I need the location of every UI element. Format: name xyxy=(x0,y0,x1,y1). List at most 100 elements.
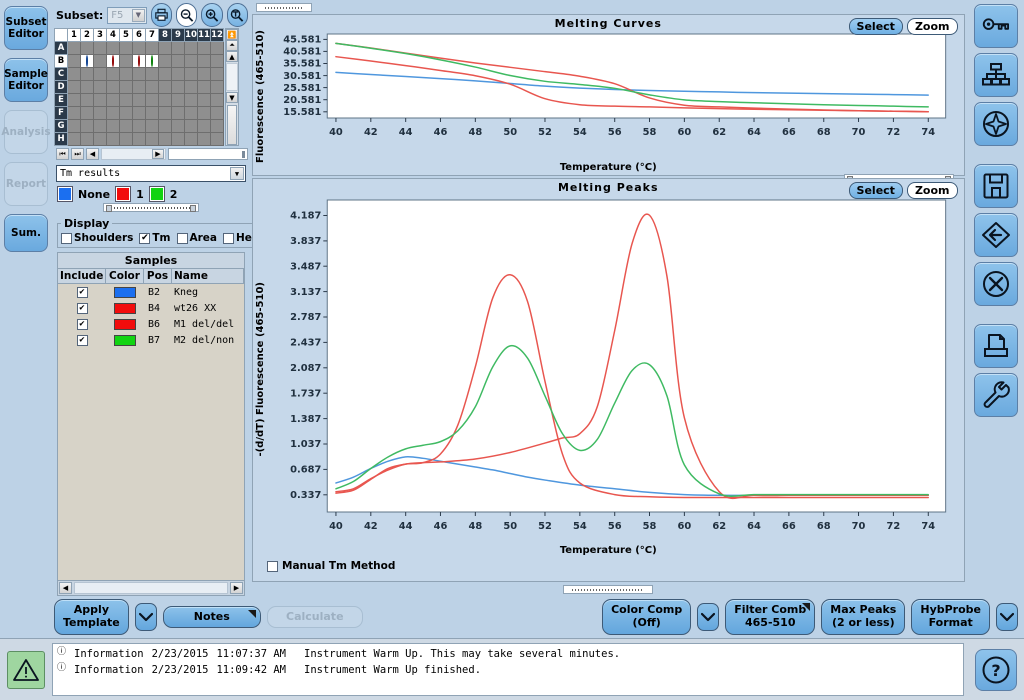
plate-well-G4[interactable] xyxy=(106,119,120,133)
plate-well-B9[interactable] xyxy=(171,54,185,68)
plate-well-B8[interactable] xyxy=(158,54,172,68)
plate-hscroll-track[interactable]: ▶ xyxy=(101,148,166,160)
melting-curves-plot[interactable]: 15.58120.58125.58130.58135.58140.58145.5… xyxy=(266,30,958,146)
plate-col-header-5[interactable]: 5 xyxy=(119,28,133,42)
filter-comb-button[interactable]: Filter Comb 465-510 xyxy=(725,599,816,635)
plate-well-F10[interactable] xyxy=(184,106,198,120)
plate-well-B5[interactable] xyxy=(119,54,133,68)
hybprobe-format-button[interactable]: HybProbe Format xyxy=(911,599,990,635)
plate-well-C7[interactable] xyxy=(145,67,159,81)
plate-well-C6[interactable] xyxy=(132,67,146,81)
sample-color-swatch[interactable] xyxy=(106,300,144,316)
plate-col-header-7[interactable]: 7 xyxy=(145,28,159,42)
plate-well-E12[interactable] xyxy=(210,93,224,107)
plate-col-header-11[interactable]: 11 xyxy=(197,28,211,42)
plate-well-C1[interactable] xyxy=(67,67,81,81)
plate-col-header-6[interactable]: 6 xyxy=(132,28,146,42)
plate-well-D6[interactable] xyxy=(132,80,146,94)
plate-well-F12[interactable] xyxy=(210,106,224,120)
plate-col-header-2[interactable]: 2 xyxy=(80,28,94,42)
samples-scroll-left-button[interactable]: ◀ xyxy=(59,582,72,594)
zoom-reset-icon[interactable] xyxy=(226,3,248,27)
plate-well-F8[interactable] xyxy=(158,106,172,120)
plate-well-B12[interactable] xyxy=(210,54,224,68)
plate-well-A5[interactable] xyxy=(119,41,133,55)
plate-well-A4[interactable] xyxy=(106,41,120,55)
display-checkbox-area[interactable] xyxy=(176,232,188,244)
plate-well-B1[interactable] xyxy=(67,54,81,68)
results-select[interactable]: Tm results ▼ xyxy=(56,165,246,182)
charts-bottom-scrollbar[interactable] xyxy=(563,585,654,594)
plate-well-H1[interactable] xyxy=(67,132,81,146)
plate-well-D3[interactable] xyxy=(93,80,107,94)
plate-col-header-10[interactable]: 10 xyxy=(184,28,198,42)
plate-well-B4[interactable] xyxy=(106,54,120,68)
plate-well-H5[interactable] xyxy=(119,132,133,146)
sample-include-checkbox[interactable]: ✔ xyxy=(58,284,106,300)
last-page-button[interactable]: ⏭ xyxy=(71,148,84,160)
sample-color-swatch[interactable] xyxy=(106,316,144,332)
plate-col-header-4[interactable]: 4 xyxy=(106,28,120,42)
sample-color-swatch[interactable] xyxy=(106,284,144,300)
plate-well-B10[interactable] xyxy=(184,54,198,68)
plate-well-E3[interactable] xyxy=(93,93,107,107)
print-icon[interactable] xyxy=(974,324,1019,368)
plate-well-D2[interactable] xyxy=(80,80,94,94)
plate-well-A7[interactable] xyxy=(145,41,159,55)
table-row[interactable]: ✔ B7 M2 del/non xyxy=(58,332,244,348)
back-arrow-icon[interactable] xyxy=(974,213,1019,257)
display-checkbox-hei[interactable] xyxy=(223,232,235,244)
plate-well-F1[interactable] xyxy=(67,106,81,120)
slider-handle-high[interactable] xyxy=(190,205,196,212)
plate-col-header-8[interactable]: 8 xyxy=(158,28,172,42)
hierarchy-icon[interactable] xyxy=(974,53,1019,97)
first-page-button[interactable]: ⏮ xyxy=(56,148,69,160)
apply-template-dropdown[interactable] xyxy=(134,603,157,631)
wrench-icon[interactable] xyxy=(974,373,1019,417)
scroll-up-button[interactable]: ⏶ xyxy=(226,40,238,51)
legend-swatch-2[interactable] xyxy=(148,186,165,202)
sample-color-swatch[interactable] xyxy=(106,332,144,348)
plate-well-D9[interactable] xyxy=(171,80,185,94)
plate-well-G9[interactable] xyxy=(171,119,185,133)
status-log[interactable]: ⓘ Information 2/23/2015 11:07:37 AM Instrume… xyxy=(52,643,964,696)
plate-well-H3[interactable] xyxy=(93,132,107,146)
plate-well-E2[interactable] xyxy=(80,93,94,107)
sample-include-checkbox[interactable]: ✔ xyxy=(58,300,106,316)
melting-peaks-zoom-button[interactable]: Zoom xyxy=(906,182,958,199)
plate-well-B3[interactable] xyxy=(93,54,107,68)
chart-top-scrollbar[interactable] xyxy=(256,3,312,12)
plate-well-G7[interactable] xyxy=(145,119,159,133)
plate-row-header-D[interactable]: D xyxy=(54,80,68,94)
plate-well-G8[interactable] xyxy=(158,119,172,133)
melting-curves-zoom-button[interactable]: Zoom xyxy=(906,18,958,35)
compass-icon[interactable] xyxy=(974,102,1019,146)
plate-well-F6[interactable] xyxy=(132,106,146,120)
melting-peaks-plot[interactable]: 0.337 0.687 1.037 1.387 1.737 2.087 2.437 2.787… xyxy=(266,194,958,542)
plate-col-header-12[interactable]: 12 xyxy=(210,28,224,42)
notes-button[interactable]: Notes xyxy=(162,605,261,629)
scroll-line-up-button[interactable]: ▲ xyxy=(226,51,238,62)
apply-template-button[interactable]: Apply Template xyxy=(54,599,129,635)
plate-well-F3[interactable] xyxy=(93,106,107,120)
plate-well-A10[interactable] xyxy=(184,41,198,55)
color-threshold-slider[interactable] xyxy=(103,203,199,212)
plate-well-C3[interactable] xyxy=(93,67,107,81)
plate-well-E9[interactable] xyxy=(171,93,185,107)
table-row[interactable]: ✔ B6 M1 del/del xyxy=(58,316,244,332)
save-icon[interactable] xyxy=(974,164,1019,208)
plate-well-G1[interactable] xyxy=(67,119,81,133)
plate-row-header-A[interactable]: A xyxy=(54,41,68,55)
sidebar-item-subset-editor[interactable]: Subset Editor xyxy=(4,6,48,50)
plate-well-C5[interactable] xyxy=(119,67,133,81)
plate-well-A3[interactable] xyxy=(93,41,107,55)
plate-well-H8[interactable] xyxy=(158,132,172,146)
plate-well-A9[interactable] xyxy=(171,41,185,55)
plate-well-C11[interactable] xyxy=(197,67,211,81)
sample-include-checkbox[interactable]: ✔ xyxy=(58,332,106,348)
list-item[interactable]: ⓘ Information 2/23/2015 11:07:37 AM Instrume… xyxy=(57,646,959,662)
scroll-top-button[interactable]: ⏫ xyxy=(226,29,238,40)
plate-well-E10[interactable] xyxy=(184,93,198,107)
plate-well-E11[interactable] xyxy=(197,93,211,107)
plate-vertical-scrollbar[interactable]: ⏫ ⏶ ▲ ▼ xyxy=(225,28,239,146)
